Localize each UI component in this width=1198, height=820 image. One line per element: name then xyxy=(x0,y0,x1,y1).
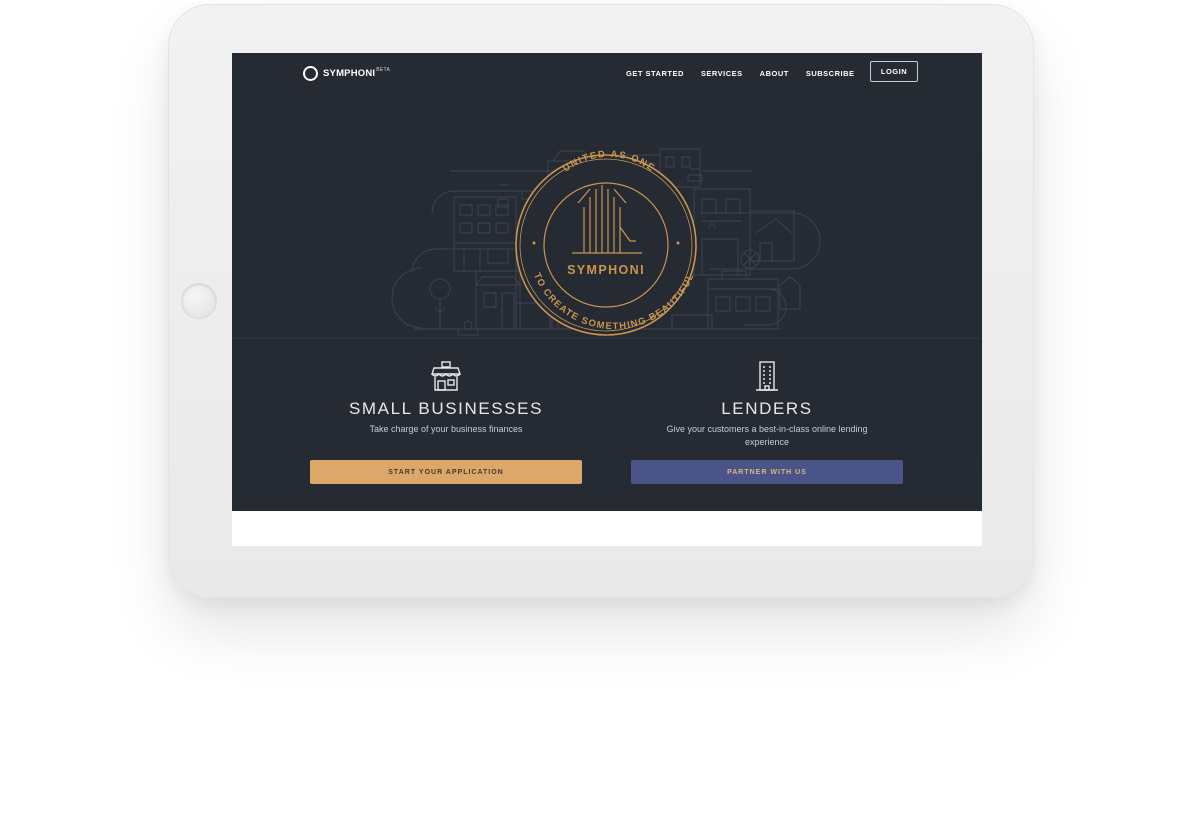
office-building-icon xyxy=(631,359,903,393)
seal-name: SYMPHONI xyxy=(567,263,645,277)
section-divider xyxy=(232,338,982,339)
hero-illustration: UNITED AS ONE TO CREATE SOMETHING BEAUTI… xyxy=(232,93,982,338)
nav-about[interactable]: ABOUT xyxy=(760,69,789,78)
nav-subscribe[interactable]: SUBSCRIBE xyxy=(806,69,855,78)
home-button xyxy=(182,284,216,318)
nav-links: GET STARTED SERVICES ABOUT SUBSCRIBE xyxy=(626,69,855,78)
logo-ring-icon xyxy=(303,65,318,81)
small-businesses-subtitle: Take charge of your business finances xyxy=(369,424,523,434)
lenders-title: LENDERS xyxy=(721,399,813,418)
symphoni-seal: UNITED AS ONE TO CREATE SOMETHING BEAUTI… xyxy=(515,149,697,336)
nav-services[interactable]: SERVICES xyxy=(701,69,743,78)
small-businesses-title: SMALL BUSINESSES xyxy=(348,399,544,418)
lenders-subtitle: Give your customers a best-in-class onli… xyxy=(666,424,868,447)
tablet-screen: SYMPHONI BETA GET STARTED SERVICES ABOUT… xyxy=(232,53,982,546)
small-businesses-section: SMALL BUSINESSES Take charge of your bus… xyxy=(310,359,582,436)
nav-get-started[interactable]: GET STARTED xyxy=(626,69,684,78)
beta-badge: BETA xyxy=(376,67,391,73)
start-application-button[interactable]: START YOUR APPLICATION xyxy=(310,460,582,484)
partner-with-us-button[interactable]: PARTNER WITH US xyxy=(631,460,903,484)
top-navigation: SYMPHONI BETA GET STARTED SERVICES ABOUT… xyxy=(232,53,982,93)
lenders-section: LENDERS Give your customers a best-in-cl… xyxy=(631,359,903,449)
brand-name: SYMPHONI xyxy=(323,67,376,79)
brand-logo[interactable]: SYMPHONI BETA xyxy=(303,65,390,81)
storefront-icon xyxy=(310,359,582,393)
login-button[interactable]: LOGIN xyxy=(870,61,918,82)
website: SYMPHONI BETA GET STARTED SERVICES ABOUT… xyxy=(232,53,982,511)
